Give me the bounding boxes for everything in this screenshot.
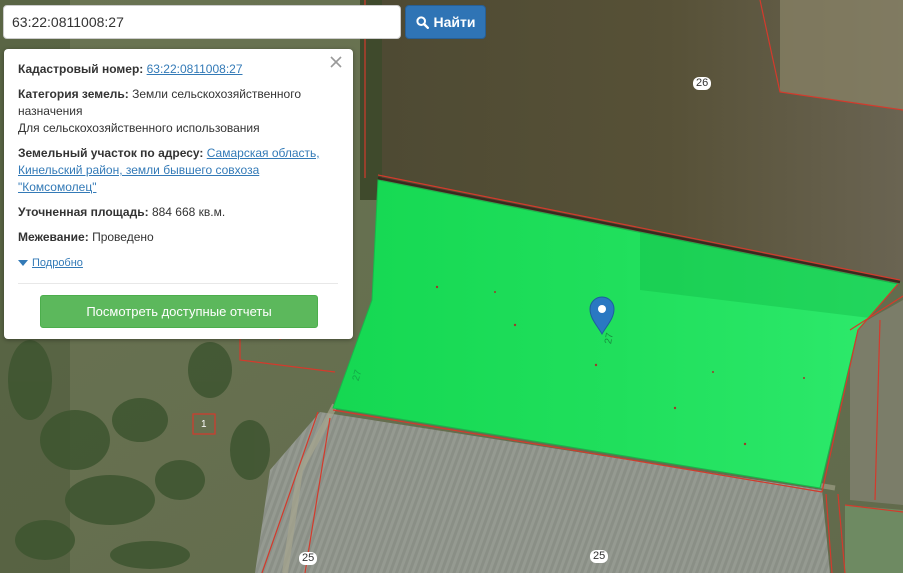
parcel-label-1: 1 <box>201 419 207 430</box>
address-link-1[interactable]: Самарская область, <box>207 146 320 160</box>
view-reports-button[interactable]: Посмотреть доступные отчеты <box>40 295 318 328</box>
field-26-right <box>780 0 903 110</box>
category-label: Категория земель: <box>18 87 129 101</box>
cadastral-link[interactable]: 63:22:0811008:27 <box>147 62 243 76</box>
parcel-label-26: 26 <box>693 77 712 90</box>
category-value: Земли сельскохозяйственного <box>132 87 302 101</box>
search-box <box>3 5 401 39</box>
divider <box>18 283 338 284</box>
address-link-2[interactable]: Кинельский район, земли бывшего совхоза <box>18 163 259 177</box>
address-link-3[interactable]: "Комсомолец" <box>18 180 96 194</box>
search-button[interactable]: Найти <box>405 5 486 39</box>
parcel-info-card: Кадастровый номер: 63:22:0811008:27 Кате… <box>4 49 353 339</box>
category-use: Для сельскохозяйственного использования <box>18 121 260 135</box>
survey-label: Межевание: <box>18 230 89 244</box>
field-right-bottom <box>845 505 903 573</box>
category-value-cont: назначения <box>18 104 83 118</box>
area-row: Уточненная площадь: 884 668 кв.м. <box>18 204 336 221</box>
caret-down-icon <box>18 260 28 266</box>
cadastral-row: Кадастровый номер: 63:22:0811008:27 <box>18 61 336 78</box>
cadastral-label: Кадастровый номер: <box>18 62 144 76</box>
parcel-label-25-left: 25 <box>299 552 318 565</box>
details-label: Подробно <box>32 257 83 269</box>
survey-row: Межевание: Проведено <box>18 229 336 246</box>
details-toggle[interactable]: Подробно <box>18 255 83 272</box>
address-label: Земельный участок по адресу: <box>18 146 204 160</box>
parcel-label-25-center: 25 <box>590 550 609 563</box>
search-icon <box>415 15 429 29</box>
area-value: 884 668 кв.м. <box>151 205 226 219</box>
search-input[interactable] <box>4 6 400 38</box>
category-row: Категория земель: Земли сельскохозяйстве… <box>18 86 336 137</box>
address-row: Земельный участок по адресу: Самарская о… <box>18 145 336 196</box>
survey-value: Проведено <box>92 230 154 244</box>
area-label: Уточненная площадь: <box>18 205 149 219</box>
search-button-label: Найти <box>433 14 476 30</box>
